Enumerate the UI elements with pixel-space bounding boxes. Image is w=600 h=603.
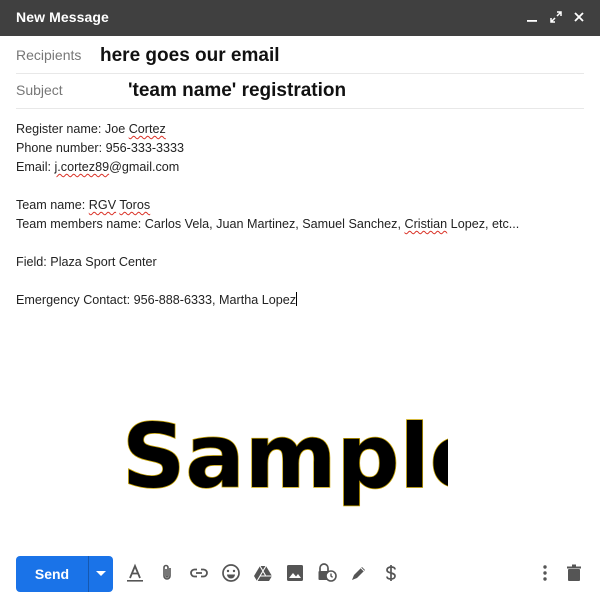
attach-icon[interactable] [156,562,178,584]
recipients-label: Recipients [16,47,82,63]
dollar-icon[interactable] [380,562,402,584]
send-button[interactable]: Send [16,556,88,592]
register-name-line: Register name: Joe Cortez [16,122,166,136]
sample-watermark: Sample [121,404,448,509]
emergency-contact-line: Emergency Contact: 956-888-6333, Martha … [16,292,298,307]
send-button-group: Send [16,556,113,592]
expand-icon[interactable] [547,8,565,26]
field-line: Field: Plaza Sport Center [16,255,157,269]
compose-header: New Message [0,0,600,36]
link-icon[interactable] [188,562,210,584]
more-options-icon[interactable] [534,562,556,584]
team-name-line: Team name: RGV Toros [16,198,151,212]
drive-icon[interactable] [252,562,274,584]
emoji-icon[interactable] [220,562,242,584]
send-options-chevron-icon[interactable] [89,556,113,592]
signature-icon[interactable] [348,562,370,584]
minimize-icon[interactable] [523,8,541,26]
text-cursor [296,292,298,306]
subject-label: Subject [16,82,63,98]
close-icon[interactable] [570,8,588,26]
compose-title: New Message [16,9,109,25]
trash-icon[interactable] [563,562,585,584]
photo-icon[interactable] [284,562,306,584]
team-members-line: Team members name: Carlos Vela, Juan Mar… [16,217,520,231]
subject-row[interactable]: Subject 'team name' registration [16,72,584,109]
confidential-icon[interactable] [316,562,338,584]
compose-toolbar: Send [0,552,600,597]
svg-text:Sample: Sample [122,405,448,508]
recipients-row[interactable]: Recipients here goes our email [16,37,584,74]
recipients-input[interactable]: here goes our email [100,45,280,67]
email-line: Email: j.cortez89@gmail.com [16,160,180,174]
subject-input[interactable]: 'team name' registration [128,80,346,102]
message-body[interactable]: Register name: Joe Cortez Phone number: … [16,120,584,310]
format-text-icon[interactable] [124,562,146,584]
phone-line: Phone number: 956-333-3333 [16,141,185,155]
